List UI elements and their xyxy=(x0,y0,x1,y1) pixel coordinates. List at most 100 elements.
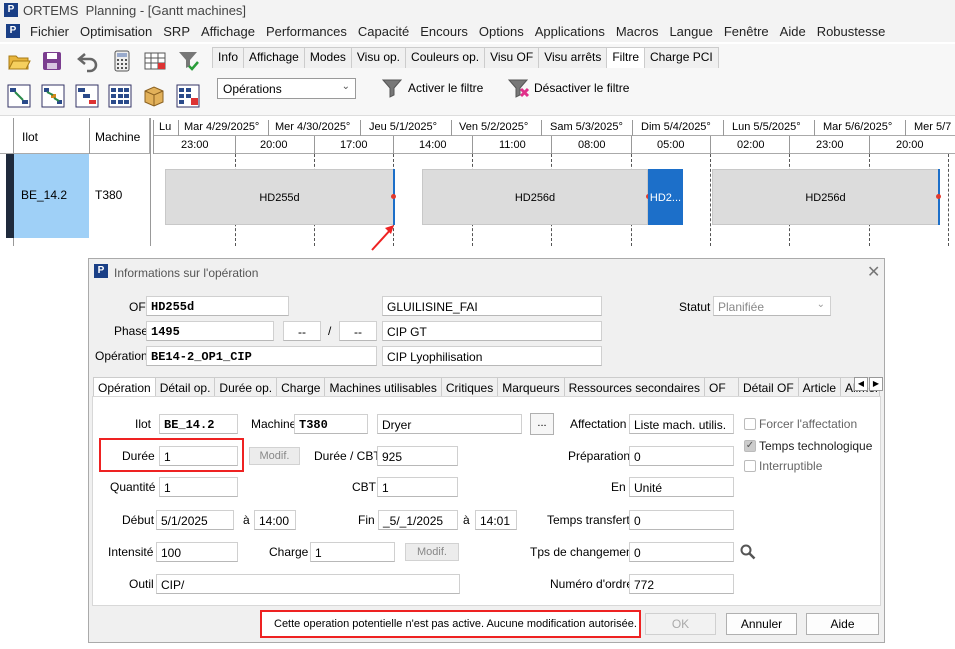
menu-affichage[interactable]: Affichage xyxy=(201,24,255,39)
tab-visu-arrets[interactable]: Visu arrêts xyxy=(538,47,608,68)
machine-desc-field[interactable]: Dryer xyxy=(377,414,522,434)
menu-capacite[interactable]: Capacité xyxy=(358,24,409,39)
phase-b-field[interactable]: -- xyxy=(339,321,377,341)
phase-desc-field[interactable]: CIP GT xyxy=(382,321,602,341)
close-icon[interactable]: ✕ xyxy=(867,262,880,282)
duree-cbt-field[interactable]: 925 xyxy=(377,446,458,466)
menu-optimisation[interactable]: Optimisation xyxy=(80,24,152,39)
help-button[interactable]: Aide xyxy=(806,613,879,635)
tab-duree-op[interactable]: Durée op. xyxy=(214,377,278,397)
menu-srp[interactable]: SRP xyxy=(163,24,190,39)
tab-detail-of[interactable]: Détail OF xyxy=(737,377,799,397)
temps-technologique-checkbox[interactable]: ✓ xyxy=(744,440,756,452)
tab-scroll-left-icon[interactable]: ◀ xyxy=(854,377,868,391)
operation-field[interactable]: BE14-2_OP1_CIP xyxy=(146,346,377,366)
tab-scroll-right-icon[interactable]: ▶ xyxy=(869,377,883,391)
of-field[interactable]: HD255d xyxy=(146,296,289,316)
tab-critiques[interactable]: Critiques xyxy=(440,377,499,397)
save-icon[interactable] xyxy=(40,49,64,73)
of-desc-field[interactable]: GLUILISINE_FAI xyxy=(382,296,602,316)
menu-fichier[interactable]: Fichier xyxy=(30,24,69,39)
menu-applications[interactable]: Applications xyxy=(535,24,605,39)
menu-performances[interactable]: Performances xyxy=(266,24,347,39)
charge-modif-button[interactable]: Modif. xyxy=(405,543,459,561)
duree-field[interactable]: 1 xyxy=(159,446,238,466)
operation-bar-selected[interactable]: HD2... xyxy=(648,169,683,225)
tab-filtre[interactable]: Filtre xyxy=(606,47,646,68)
cancel-button[interactable]: Annuler xyxy=(726,613,797,635)
search-icon[interactable] xyxy=(740,544,756,560)
forcer-affectation-checkbox[interactable] xyxy=(744,418,756,430)
machine-field[interactable]: T380 xyxy=(294,414,368,434)
tab-visu-op[interactable]: Visu op. xyxy=(350,47,407,68)
preparation-field[interactable]: 0 xyxy=(629,446,734,466)
tab-of[interactable]: OF xyxy=(703,377,739,397)
activate-filter-button[interactable]: Activer le filtre xyxy=(382,78,483,98)
cbt-field[interactable]: 1 xyxy=(377,477,458,497)
quantite-field[interactable]: 1 xyxy=(159,477,238,497)
statut-select[interactable]: Planifiée ⌄ xyxy=(713,296,831,316)
tab-charge-pci[interactable]: Charge PCI xyxy=(644,47,719,68)
affectation-field[interactable]: Liste mach. utilis. xyxy=(629,414,734,434)
machine-browse-button[interactable]: ... xyxy=(530,413,554,435)
menu-langue[interactable]: Langue xyxy=(669,24,712,39)
tab-machines-utilisables[interactable]: Machines utilisables xyxy=(324,377,442,397)
debut-time-field[interactable]: 14:00 xyxy=(254,510,296,530)
tps-changement-field[interactable]: 0 xyxy=(629,542,734,562)
phase-label: Phase xyxy=(114,324,149,338)
phase-a-field[interactable]: -- xyxy=(283,321,321,341)
gantt-steps-icon[interactable] xyxy=(75,84,99,108)
outil-field[interactable]: CIP/ xyxy=(156,574,460,594)
menu-fenetre[interactable]: Fenêtre xyxy=(724,24,769,39)
tab-visu-of[interactable]: Visu OF xyxy=(484,47,540,68)
en-field[interactable]: Unité xyxy=(629,477,734,497)
tab-charge[interactable]: Charge xyxy=(276,377,326,397)
ilot-cell[interactable]: BE_14.2 xyxy=(14,154,89,238)
menu-robustesse[interactable]: Robustesse xyxy=(817,24,886,39)
tab-article[interactable]: Article xyxy=(797,377,842,397)
gantt-multi-icon[interactable] xyxy=(41,84,65,108)
fin-date-field[interactable]: _5/_1/2025 xyxy=(378,510,458,530)
ilot-field[interactable]: BE_14.2 xyxy=(159,414,238,434)
undo-icon[interactable] xyxy=(76,49,100,73)
menu-list: Fichier Optimisation SRP Affichage Perfo… xyxy=(30,24,885,39)
tab-info[interactable]: Info xyxy=(212,47,245,68)
tab-ressources-secondaires[interactable]: Ressources secondaires xyxy=(563,377,705,397)
interruptible-checkbox[interactable] xyxy=(744,460,756,472)
debut-date-field[interactable]: 5/1/2025 xyxy=(156,510,234,530)
tab-couleurs-op[interactable]: Couleurs op. xyxy=(405,47,486,68)
operation-bar[interactable]: HD255d xyxy=(165,169,394,225)
filter-check-icon[interactable] xyxy=(177,49,201,73)
spreadsheet-icon[interactable] xyxy=(143,49,167,73)
menu-encours[interactable]: Encours xyxy=(420,24,468,39)
menu-aide[interactable]: Aide xyxy=(780,24,806,39)
duree-modif-button[interactable]: Modif. xyxy=(249,447,300,465)
numero-ordre-field[interactable]: 772 xyxy=(629,574,734,594)
tab-detail-op[interactable]: Détail op. xyxy=(154,377,216,397)
grid-view-icon[interactable] xyxy=(108,84,132,108)
charge-field[interactable]: 1 xyxy=(310,542,395,562)
package-icon[interactable] xyxy=(142,84,166,108)
menu-options[interactable]: Options xyxy=(479,24,524,39)
tab-operation[interactable]: Opération xyxy=(93,377,156,397)
grid-alert-icon[interactable] xyxy=(176,84,200,108)
tab-modes[interactable]: Modes xyxy=(303,47,352,68)
fin-time-field[interactable]: 14:01 xyxy=(475,510,517,530)
ok-button[interactable]: OK xyxy=(645,613,716,635)
tab-marqueurs[interactable]: Marqueurs xyxy=(497,377,565,397)
tab-affichage[interactable]: Affichage xyxy=(243,47,305,68)
calculator-icon[interactable] xyxy=(110,49,134,73)
temps-transfert-field[interactable]: 0 xyxy=(629,510,734,530)
intensite-field[interactable]: 100 xyxy=(156,542,238,562)
phase-field[interactable]: 1495 xyxy=(146,321,274,341)
operation-bar[interactable]: HD256d xyxy=(712,169,939,225)
operation-desc-field[interactable]: CIP Lyophilisation xyxy=(382,346,602,366)
app-menu-icon[interactable]: P xyxy=(6,24,20,38)
menu-macros[interactable]: Macros xyxy=(616,24,659,39)
deactivate-filter-button[interactable]: Désactiver le filtre xyxy=(508,78,629,98)
open-folder-icon[interactable] xyxy=(7,49,31,73)
operation-bar[interactable]: HD256d xyxy=(422,169,648,225)
operation-label: Opération xyxy=(95,349,148,363)
gantt-link-icon[interactable] xyxy=(7,84,31,108)
filter-type-select[interactable]: Opérations ⌄ xyxy=(217,78,356,99)
